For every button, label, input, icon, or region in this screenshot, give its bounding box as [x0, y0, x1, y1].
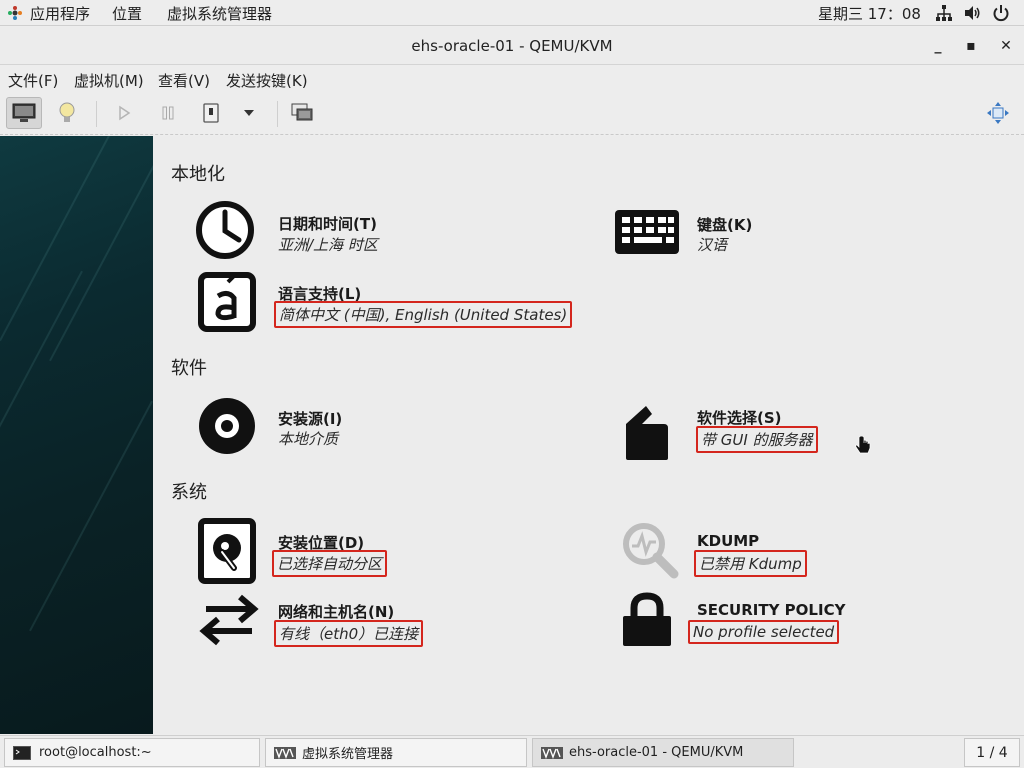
clock[interactable]: 星期三 17：08 — [818, 3, 921, 24]
pause-icon — [162, 106, 174, 120]
pause-button[interactable] — [150, 97, 186, 129]
menu-send-key[interactable]: 发送按键(K) — [226, 70, 308, 91]
menu-bar: 文件(F) 虚拟机(M) 查看(V) 发送按键(K) — [0, 65, 1024, 93]
spoke-title: 安装源(I) — [278, 410, 343, 428]
vm-console-display[interactable]: 本地化 软件 系统 日期和时间(T) 亚洲/上海 时区 键盘(K) 汉语 语言支… — [0, 136, 1024, 734]
places-menu[interactable]: 位置 — [112, 3, 142, 24]
monitor-icon — [12, 103, 36, 122]
applications-menu[interactable]: 应用程序 — [30, 3, 90, 24]
spoke-title: 软件选择(S) — [697, 409, 782, 427]
window-titlebar[interactable]: ehs-oracle-01 - QEMU/KVM _ ▪ ✕ — [0, 27, 1024, 65]
lock-icon — [623, 592, 671, 646]
keyboard-icon — [615, 210, 679, 254]
network-icon[interactable] — [935, 4, 953, 22]
run-button[interactable] — [106, 97, 142, 129]
task-terminal[interactable]: root@localhost:~ — [4, 738, 260, 767]
spoke-status-highlighted: 有线（eth0）已连接 — [274, 620, 424, 647]
spoke-title: 日期和时间(T) — [278, 215, 377, 233]
virt-manager-icon — [541, 746, 563, 759]
taskbar: root@localhost:~ 虚拟系统管理器 ehs-oracle-01 -… — [0, 735, 1024, 768]
system-section-title: 系统 — [171, 482, 207, 503]
top-panel: 应用程序 位置 虚拟系统管理器 星期三 17：08 — [0, 0, 1024, 26]
spoke-title: SECURITY POLICY — [697, 601, 846, 619]
menu-vm[interactable]: 虚拟机(M) — [74, 70, 144, 91]
clock-icon — [196, 201, 254, 259]
virt-manager-icon — [274, 746, 296, 759]
toolbar-separator — [96, 101, 97, 127]
maximize-button[interactable]: ▪ — [960, 35, 982, 57]
spoke-status-highlighted: 简体中文 (中国), English (United States) — [274, 301, 573, 328]
task-label: 虚拟系统管理器 — [302, 747, 394, 762]
spoke-status-highlighted: 已禁用 Kdump — [694, 550, 807, 577]
resize-arrows-icon — [987, 102, 1009, 124]
software-section-title: 软件 — [171, 358, 207, 379]
task-virt-manager[interactable]: 虚拟系统管理器 — [265, 738, 527, 767]
console-view-button[interactable] — [6, 97, 42, 129]
terminal-icon — [13, 745, 31, 760]
lightbulb-icon — [59, 102, 75, 122]
power-icon[interactable] — [992, 4, 1010, 22]
task-label: ehs-oracle-01 - QEMU/KVM — [569, 745, 744, 760]
menu-view[interactable]: 查看(V) — [158, 70, 210, 91]
spoke-status-highlighted: No profile selected — [688, 620, 840, 644]
minimize-button[interactable]: _ — [927, 35, 949, 57]
task-label: root@localhost:~ — [39, 745, 152, 760]
spoke-status: 汉语 — [697, 236, 728, 254]
spoke-status-highlighted: 带 GUI 的服务器 — [696, 426, 818, 453]
localization-section-title: 本地化 — [171, 164, 225, 185]
package-icon — [626, 406, 668, 460]
fullscreen-button[interactable] — [284, 97, 320, 129]
toolbar-separator — [277, 101, 278, 127]
harddrive-icon — [198, 518, 256, 584]
shutdown-button[interactable] — [193, 97, 229, 129]
volume-icon[interactable] — [963, 4, 981, 22]
shutdown-icon — [203, 103, 219, 123]
active-app-menu[interactable]: 虚拟系统管理器 — [167, 3, 272, 24]
close-button[interactable]: ✕ — [995, 35, 1017, 57]
disc-icon — [199, 398, 255, 454]
spoke-title: 网络和主机名(N) — [278, 603, 395, 621]
chevron-down-icon — [244, 110, 254, 116]
task-vm-window[interactable]: ehs-oracle-01 - QEMU/KVM — [532, 738, 794, 767]
shutdown-menu-button[interactable] — [231, 97, 267, 129]
hand-cursor-icon — [855, 436, 871, 454]
language-icon — [198, 272, 256, 332]
resize-to-vm-button[interactable] — [980, 97, 1016, 129]
toolbar — [0, 93, 1024, 135]
installer-sidebar — [0, 136, 153, 734]
network-arrows-icon — [199, 594, 259, 646]
spoke-status: 亚洲/上海 时区 — [278, 236, 378, 254]
details-view-button[interactable] — [49, 97, 85, 129]
menu-file[interactable]: 文件(F) — [8, 70, 58, 91]
magnifier-icon — [623, 523, 679, 579]
screens-icon — [291, 103, 313, 121]
workspace-switcher[interactable]: 1 / 4 — [964, 738, 1020, 767]
spoke-title: KDUMP — [697, 532, 760, 550]
play-icon — [119, 105, 131, 121]
spoke-status: 本地介质 — [278, 430, 339, 448]
spoke-status-highlighted: 已选择自动分区 — [272, 550, 388, 577]
spoke-title: 键盘(K) — [697, 216, 753, 234]
applications-icon[interactable] — [8, 6, 22, 20]
window-title: ehs-oracle-01 - QEMU/KVM — [411, 37, 613, 55]
